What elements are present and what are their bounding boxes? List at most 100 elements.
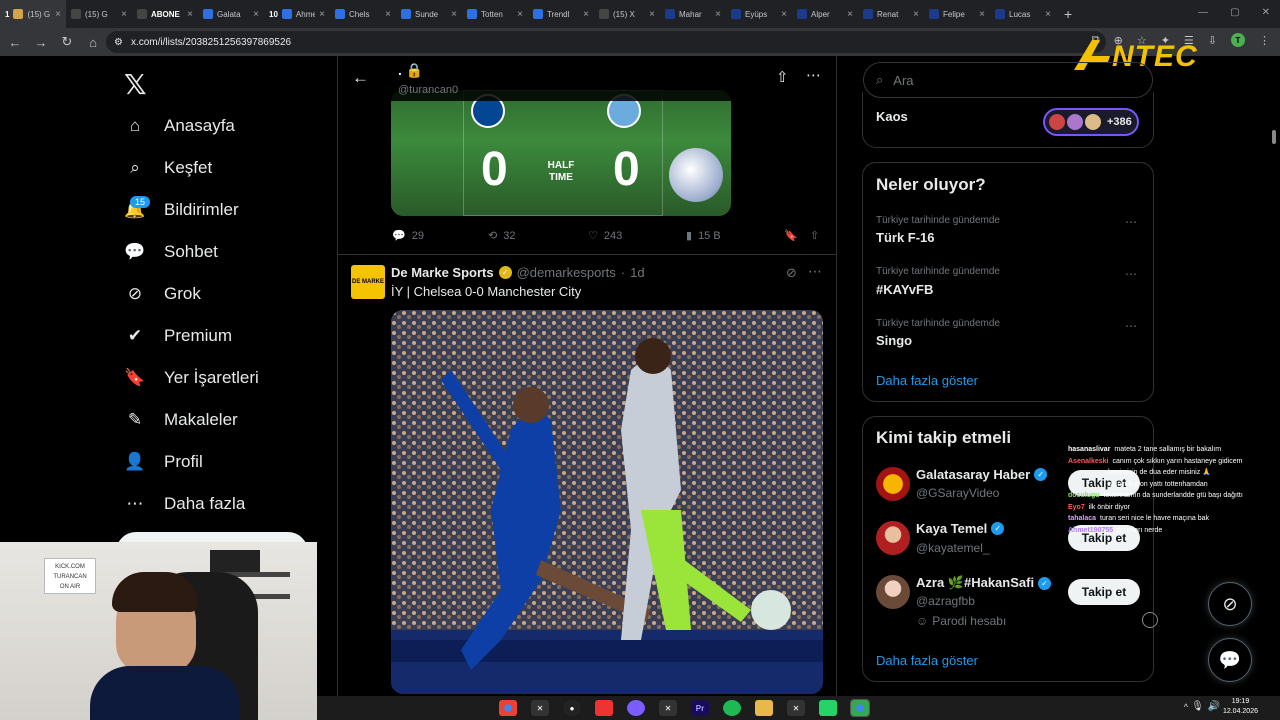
sidebar-item-keşfet[interactable]: ⌕ Keşfet	[124, 157, 212, 179]
tab-close-icon[interactable]: ×	[451, 9, 457, 20]
new-tab-icon[interactable]: +	[1064, 6, 1072, 22]
browser-tab[interactable]: (15) X ×	[594, 0, 660, 28]
browser-tab[interactable]: Trendl ×	[528, 0, 594, 28]
show-more-follow-link[interactable]: Daha fazla göster	[876, 653, 978, 668]
post-time[interactable]: 1d	[630, 265, 644, 280]
follow-avatar[interactable]	[876, 521, 910, 555]
bookmark-button[interactable]: 🔖	[784, 229, 798, 242]
home-page-icon[interactable]: ⌂	[82, 35, 104, 50]
repost-button[interactable]: ⟲ 32	[488, 229, 515, 243]
browser-tab[interactable]: Mahar ×	[660, 0, 726, 28]
trend-name[interactable]: #KAYvFB	[876, 282, 933, 297]
back-icon[interactable]: ←	[4, 35, 26, 50]
follow-avatar[interactable]	[876, 575, 910, 609]
author-handle[interactable]: @demarkesports	[517, 265, 616, 280]
back-arrow-icon[interactable]: ←	[352, 68, 369, 88]
capcut-taskbar-icon[interactable]: ✕	[659, 700, 677, 716]
post-more-icon[interactable]: ⋯	[808, 263, 822, 280]
tab-close-icon[interactable]: ×	[847, 9, 853, 20]
capcut-taskbar-icon[interactable]: ✕	[531, 700, 549, 716]
more-options-icon[interactable]: ⋯	[806, 66, 821, 84]
tray-chevron-icon[interactable]: ^	[1184, 702, 1188, 712]
community-name[interactable]: Kaos	[876, 109, 908, 124]
post-image[interactable]	[391, 310, 823, 694]
sidebar-item-profil[interactable]: 👤 Profil	[124, 451, 202, 473]
browser-tab[interactable]: (15) G ×	[66, 0, 132, 28]
sidebar-item-yer-i-şaretleri[interactable]: 🔖 Yer İşaretleri	[124, 367, 258, 389]
follow-avatar[interactable]	[876, 467, 910, 501]
tab-close-icon[interactable]: ×	[649, 9, 655, 20]
browser-tab[interactable]: Felipe ×	[924, 0, 990, 28]
trend-more-icon[interactable]: ⋯	[1125, 267, 1138, 281]
scrollbar-thumb[interactable]	[1272, 130, 1276, 144]
grok-icon[interactable]: ⊘	[786, 265, 797, 281]
follow-button[interactable]: Takip et	[1068, 579, 1140, 605]
minimize-icon[interactable]: —	[1198, 7, 1208, 18]
sidebar-item-premium[interactable]: ✔ Premium	[124, 325, 232, 347]
site-info-icon[interactable]: ⚙	[114, 37, 123, 48]
trend-more-icon[interactable]: ⋯	[1125, 319, 1138, 333]
browser-tab[interactable]: Galata ×	[198, 0, 264, 28]
browser-tab[interactable]: Eyüps ×	[726, 0, 792, 28]
browser-tab[interactable]: Alper ×	[792, 0, 858, 28]
tab-close-icon[interactable]: ×	[583, 9, 589, 20]
browser-tab[interactable]: Lucas ×	[990, 0, 1056, 28]
author-name[interactable]: De Marke Sports	[391, 265, 494, 280]
like-button[interactable]: ♡ 243	[588, 229, 622, 243]
trend-name[interactable]: Türk F-16	[876, 230, 935, 245]
whatsapp-taskbar-icon[interactable]	[819, 700, 837, 716]
grok-fab-icon[interactable]: ⊘	[1208, 582, 1252, 626]
browser-tab[interactable]: ABONE ×	[132, 0, 198, 28]
trend-more-icon[interactable]: ⋯	[1125, 215, 1138, 229]
messages-fab-icon[interactable]: 💬	[1208, 638, 1252, 682]
tab-close-icon[interactable]: ×	[55, 9, 61, 20]
spotify-taskbar-icon[interactable]	[723, 700, 741, 716]
views-button[interactable]: ▮ 15 B	[686, 229, 721, 243]
forward-icon[interactable]: →	[30, 35, 52, 50]
tab-close-icon[interactable]: ×	[385, 9, 391, 20]
folder-taskbar-icon[interactable]	[755, 700, 773, 716]
volume-icon[interactable]: 🔊	[1208, 701, 1220, 712]
show-more-trends-link[interactable]: Daha fazla göster	[876, 373, 978, 388]
x-logo[interactable]: 𝕏	[124, 68, 147, 101]
tab-close-icon[interactable]: ×	[517, 9, 523, 20]
tab-close-icon[interactable]: ×	[913, 9, 919, 20]
tab-close-icon[interactable]: ×	[253, 9, 259, 20]
reply-button[interactable]: 💬 29	[392, 229, 424, 243]
tab-close-icon[interactable]: ×	[1045, 9, 1051, 20]
community-members[interactable]: +386	[1043, 108, 1139, 136]
sidebar-item-makaleler[interactable]: ✎ Makaleler	[124, 409, 238, 431]
chrome-active-taskbar-icon[interactable]	[850, 699, 870, 717]
follow-name[interactable]: Kaya Temel ✓	[916, 521, 1005, 536]
system-clock[interactable]: 19:19 12.04.2026	[1223, 697, 1258, 717]
obs-taskbar-icon[interactable]: ●	[563, 700, 581, 716]
browser-tab[interactable]: 1 (15) G ×	[0, 0, 66, 28]
reload-icon[interactable]: ↻	[56, 34, 78, 50]
browser-tab[interactable]: Totten ×	[462, 0, 528, 28]
menu-icon[interactable]: ⋮	[1259, 34, 1270, 47]
browser-tab[interactable]: 10 Ahme ×	[264, 0, 330, 28]
browser-tab[interactable]: Chels ×	[330, 0, 396, 28]
chrome-taskbar-icon[interactable]	[499, 700, 517, 716]
tab-close-icon[interactable]: ×	[319, 9, 325, 20]
tab-close-icon[interactable]: ×	[187, 9, 193, 20]
maximize-icon[interactable]: ▢	[1230, 7, 1239, 18]
tab-close-icon[interactable]: ×	[781, 9, 787, 20]
address-bar[interactable]: ⚙ x.com/i/lists/2038251256397869526	[106, 31, 1106, 53]
sidebar-item-grok[interactable]: ⊘ Grok	[124, 283, 201, 305]
sidebar-item-daha-fazla[interactable]: ⋯ Daha fazla	[124, 493, 246, 515]
trend-name[interactable]: Singo	[876, 333, 912, 348]
follow-name[interactable]: Azra 🌿#HakanSafi ✓	[916, 575, 1052, 591]
tab-close-icon[interactable]: ×	[121, 9, 127, 20]
scoreboard-image[interactable]: 0 HALF TIME 0	[391, 90, 731, 216]
capcut-taskbar-icon[interactable]: ✕	[787, 700, 805, 716]
author-avatar[interactable]: DE MARKE	[351, 265, 385, 299]
share-post-button[interactable]: ⇧	[810, 229, 819, 242]
app-taskbar-icon[interactable]	[595, 700, 613, 716]
close-window-icon[interactable]: ✕	[1262, 7, 1270, 18]
discord-taskbar-icon[interactable]	[627, 700, 645, 716]
share-icon[interactable]: ⇧	[776, 68, 789, 86]
browser-tab[interactable]: Renat ×	[858, 0, 924, 28]
tab-close-icon[interactable]: ×	[979, 9, 985, 20]
tab-close-icon[interactable]: ×	[715, 9, 721, 20]
